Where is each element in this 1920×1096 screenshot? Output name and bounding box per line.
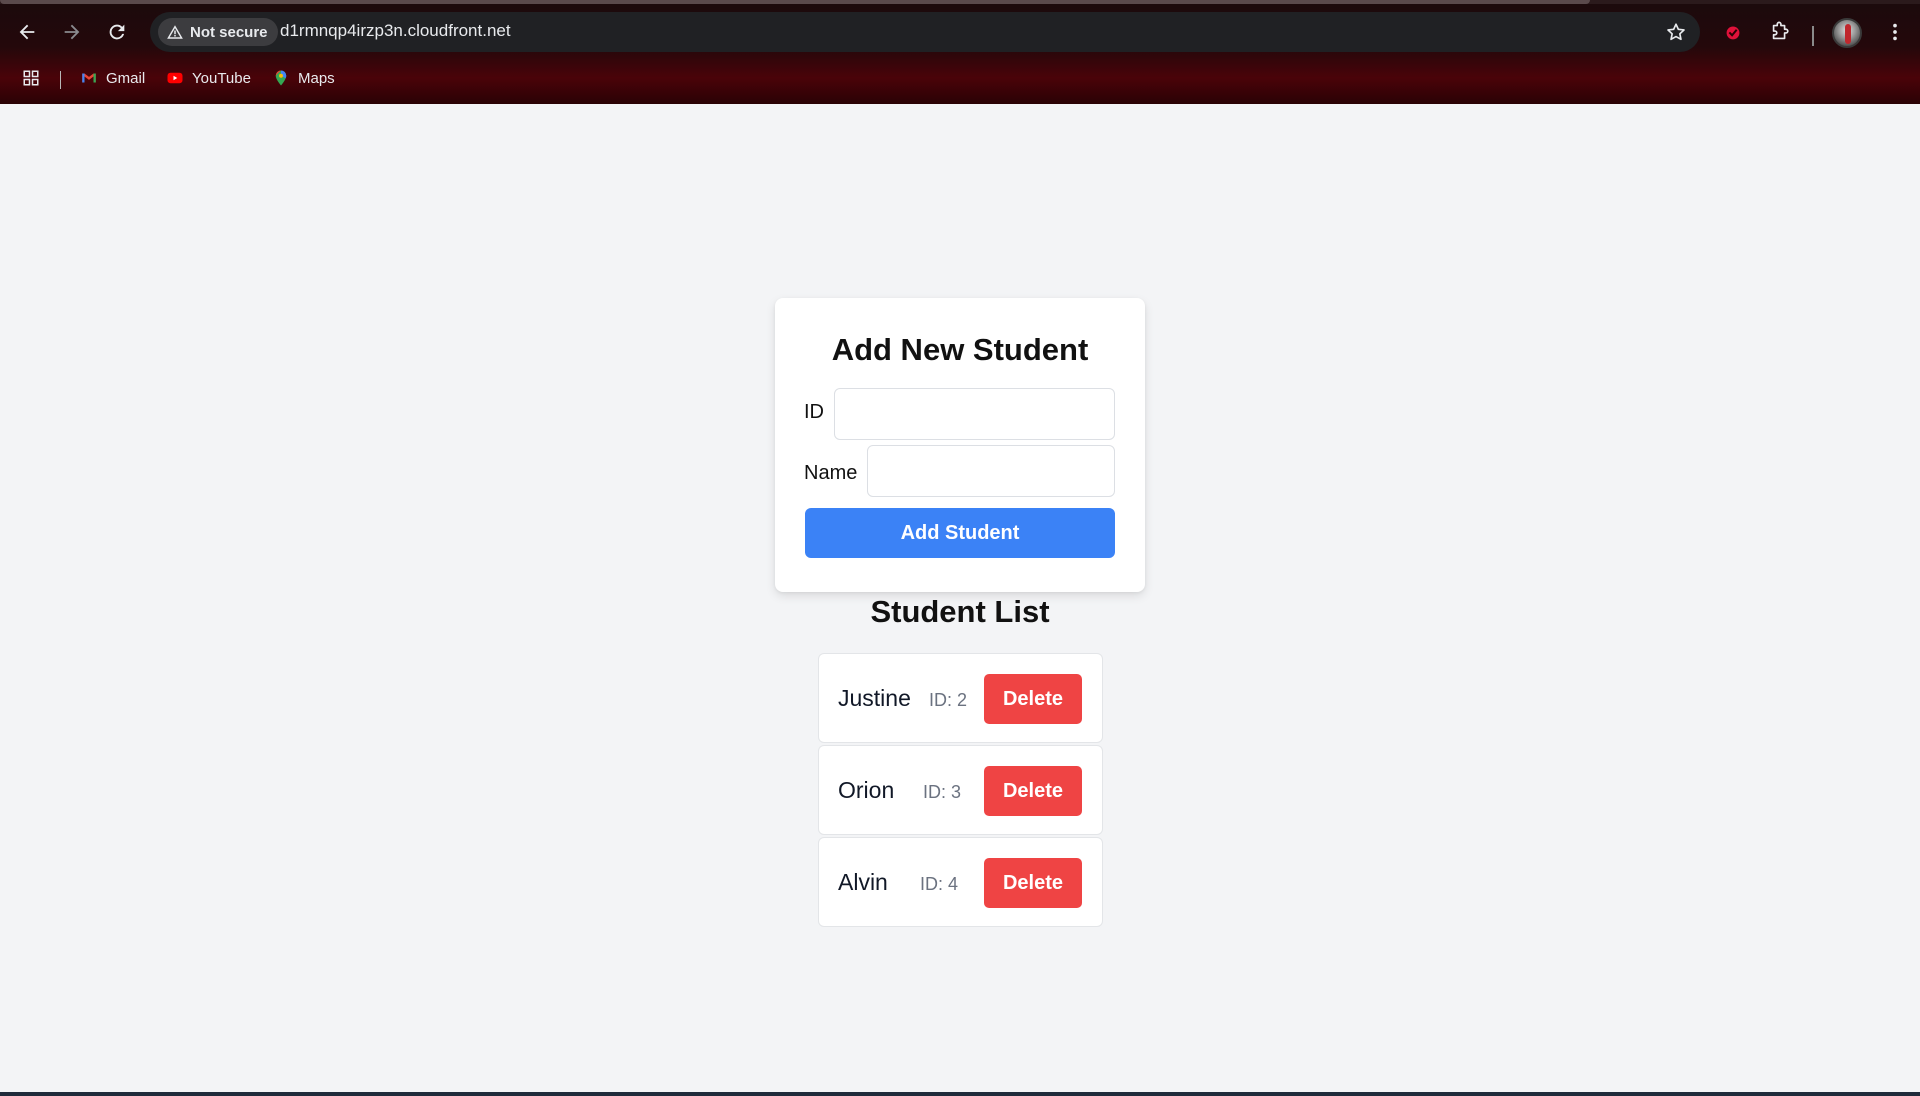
name-input[interactable] [867,445,1115,497]
security-indicator[interactable]: Not secure [158,18,278,46]
student-name: Alvin [838,869,888,895]
address-bar[interactable]: Not secure d1rmnqp4irzp3n.cloudfront.net [150,12,1700,52]
apps-grid-icon [23,70,39,86]
url-text[interactable]: d1rmnqp4irzp3n.cloudfront.net [280,21,511,41]
page-content: Add New Student ID Name Add Student Stud… [0,104,1920,1092]
add-student-button[interactable]: Add Student [805,508,1115,558]
browser-menu-button[interactable] [1879,16,1911,48]
warning-triangle-icon [167,25,183,39]
reload-icon [109,24,125,40]
bookmark-maps[interactable]: Maps [272,64,335,92]
student-row: Alvin ID: 4 Delete [818,837,1103,927]
add-student-form: Add New Student ID Name Add Student [775,298,1145,592]
browser-chrome: Not secure d1rmnqp4irzp3n.cloudfront.net [0,0,1920,104]
extension-button[interactable] [1717,16,1749,48]
student-row: Orion ID: 3 Delete [818,745,1103,835]
bookmark-youtube[interactable]: YouTube [166,64,251,92]
gmail-icon [82,73,96,83]
apps-button[interactable] [22,64,40,92]
forward-button[interactable] [54,14,90,50]
security-label: Not secure [190,23,268,41]
bookmark-gmail[interactable]: Gmail [80,64,145,92]
tab-indicator[interactable] [0,0,1590,4]
student-row: Justine ID: 2 Delete [818,653,1103,743]
bookmark-label: Gmail [106,69,146,87]
kebab-menu-icon [1893,23,1897,41]
bookmarks-bar: Gmail YouTube Maps [0,62,1920,94]
id-input[interactable] [834,388,1115,440]
id-label: ID [804,401,824,423]
extension-logo-icon [1726,26,1740,40]
extensions-menu-button[interactable] [1764,16,1796,48]
delete-button[interactable]: Delete [984,766,1082,816]
toolbar-divider [1812,26,1814,46]
back-arrow-icon [19,24,35,40]
taskbar-edge [0,1092,1920,1096]
student-id: ID: 3 [923,782,962,802]
delete-button[interactable]: Delete [984,858,1082,908]
bookmark-label: Maps [298,69,335,87]
back-button[interactable] [9,14,45,50]
puzzle-icon [1772,21,1789,40]
profile-avatar[interactable] [1832,18,1862,48]
form-title: Add New Student [831,332,1089,367]
youtube-icon [167,72,183,84]
bookmarks-separator [60,71,61,89]
tab-strip [0,0,1920,4]
student-list-title: Student List [870,594,1050,629]
bookmark-label: YouTube [192,69,251,87]
reload-button[interactable] [99,14,135,50]
student-id: ID: 2 [929,690,968,710]
maps-icon [275,70,287,86]
student-name: Orion [838,777,895,803]
name-label: Name [804,462,858,484]
bookmark-star-button[interactable] [1660,16,1692,48]
star-icon [1667,23,1685,41]
forward-arrow-icon [64,24,80,40]
student-id: ID: 4 [920,874,959,894]
delete-button[interactable]: Delete [984,674,1082,724]
student-name: Justine [838,685,911,711]
browser-toolbar: Not secure d1rmnqp4irzp3n.cloudfront.net [0,8,1920,56]
